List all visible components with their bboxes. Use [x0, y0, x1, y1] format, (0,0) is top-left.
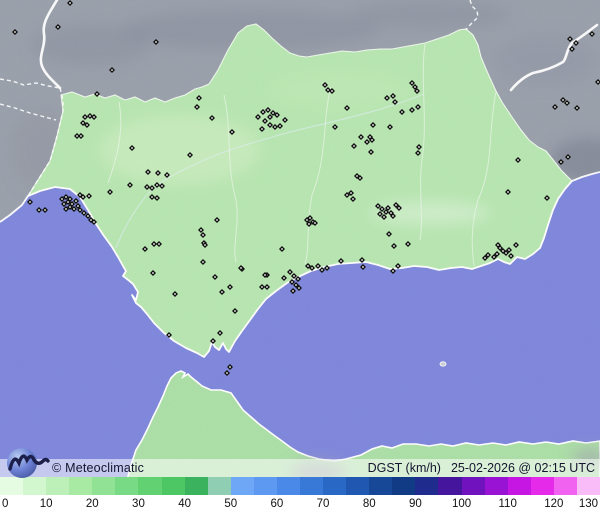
scale-segment — [92, 477, 116, 495]
scale-tick-label: 70 — [316, 498, 330, 510]
scale-tick-label: 40 — [178, 498, 192, 510]
scale-segment — [461, 477, 485, 495]
scale-tick-label: 0 — [2, 498, 9, 510]
scale-segment — [323, 477, 347, 495]
scale-segment — [553, 477, 577, 495]
scale-segment — [507, 477, 531, 495]
timestamp-label: 25-02-2026 @ 02:15 UTC — [450, 461, 595, 475]
scale-tick-label: 30 — [132, 498, 145, 510]
variable-label: DGST (km/h) — [367, 461, 441, 475]
meteoclimatic-logo — [7, 448, 50, 478]
scale-segment — [184, 477, 208, 495]
scale-segment — [161, 477, 185, 495]
scale-segment — [138, 477, 162, 495]
weather-map-screenshot: © Meteoclimatic DGST (km/h) 25-02-2026 @… — [0, 0, 600, 517]
scale-segment — [438, 477, 462, 495]
scale-segment — [253, 477, 277, 495]
scale-segment — [276, 477, 301, 495]
scale-tick-label: 10 — [39, 498, 53, 510]
scale-segment — [346, 477, 370, 495]
scale-tick-label: 60 — [270, 498, 284, 510]
scale-segment — [415, 477, 439, 495]
scale-tick-label: 110 — [498, 498, 517, 510]
color-scale-labels: 0 10 20 30 40 50 60 70 80 90 100 110 120 130 — [0, 495, 600, 517]
scale-tick-label: 120 — [544, 498, 564, 510]
scale-tick-label: 80 — [362, 498, 376, 510]
scale-segment — [69, 477, 93, 495]
scale-segment — [576, 477, 600, 495]
scale-tick-label: 100 — [451, 498, 472, 510]
scale-segment — [300, 477, 324, 495]
scale-segment — [369, 477, 393, 495]
scale-segment — [115, 477, 139, 495]
scale-tick-label: 130 — [578, 498, 598, 510]
map-image — [0, 0, 600, 482]
scale-segment — [530, 477, 554, 495]
copyright-text: © Meteoclimatic — [52, 461, 145, 475]
scale-segment — [230, 477, 254, 495]
scale-segment — [392, 477, 416, 495]
scale-segment — [207, 477, 231, 495]
attribution-bar: © Meteoclimatic DGST (km/h) 25-02-2026 @… — [0, 459, 600, 477]
map-svg — [0, 0, 600, 482]
scale-tick-label: 20 — [85, 498, 99, 510]
color-scale-bar — [0, 477, 600, 495]
scale-segment — [484, 477, 508, 495]
scale-tick-label: 50 — [224, 498, 238, 510]
scale-tick-label: 90 — [408, 498, 422, 510]
terrain-texture — [0, 0, 600, 480]
